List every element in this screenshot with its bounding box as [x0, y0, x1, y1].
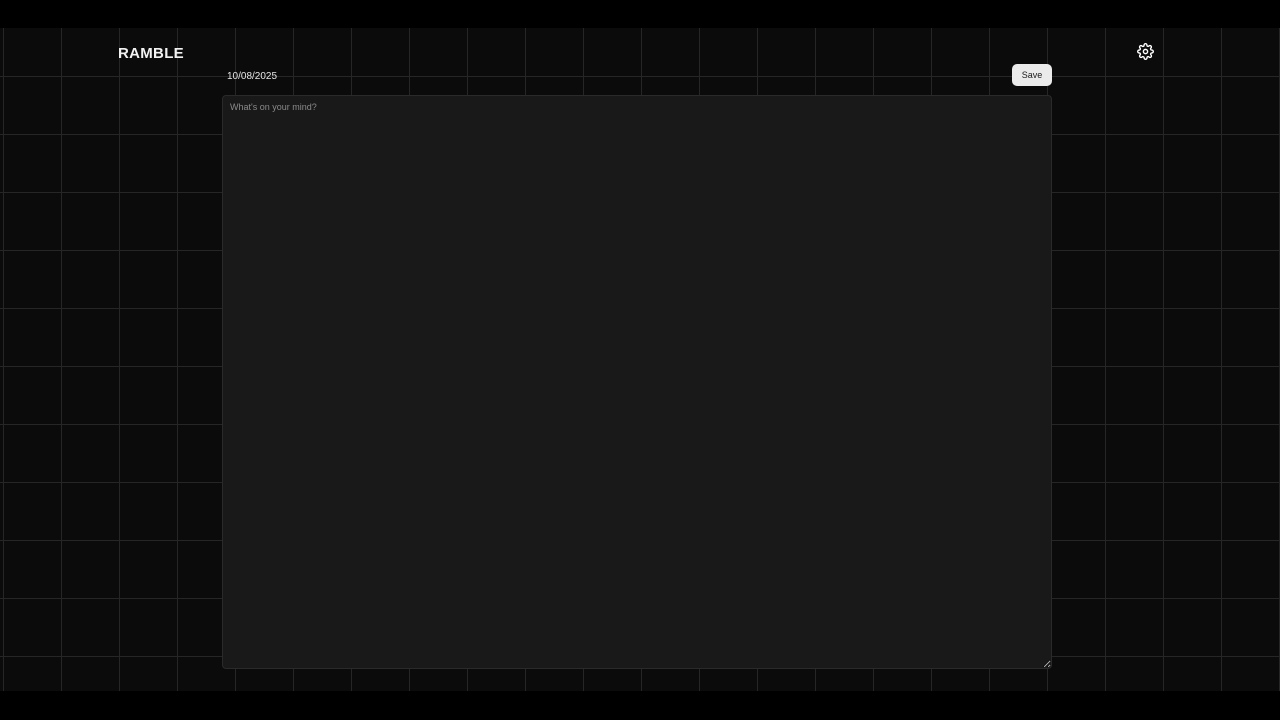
entry-date: 10/08/2025: [227, 71, 278, 82]
journal-entry-textarea[interactable]: [222, 95, 1052, 669]
settings-button[interactable]: [1135, 43, 1155, 65]
save-button[interactable]: Save: [1012, 64, 1052, 86]
app-canvas: RAMBLE 10/08/2025 Save: [0, 28, 1280, 691]
brand-logo: RAMBLE: [118, 45, 184, 62]
gear-icon: [1136, 43, 1154, 65]
